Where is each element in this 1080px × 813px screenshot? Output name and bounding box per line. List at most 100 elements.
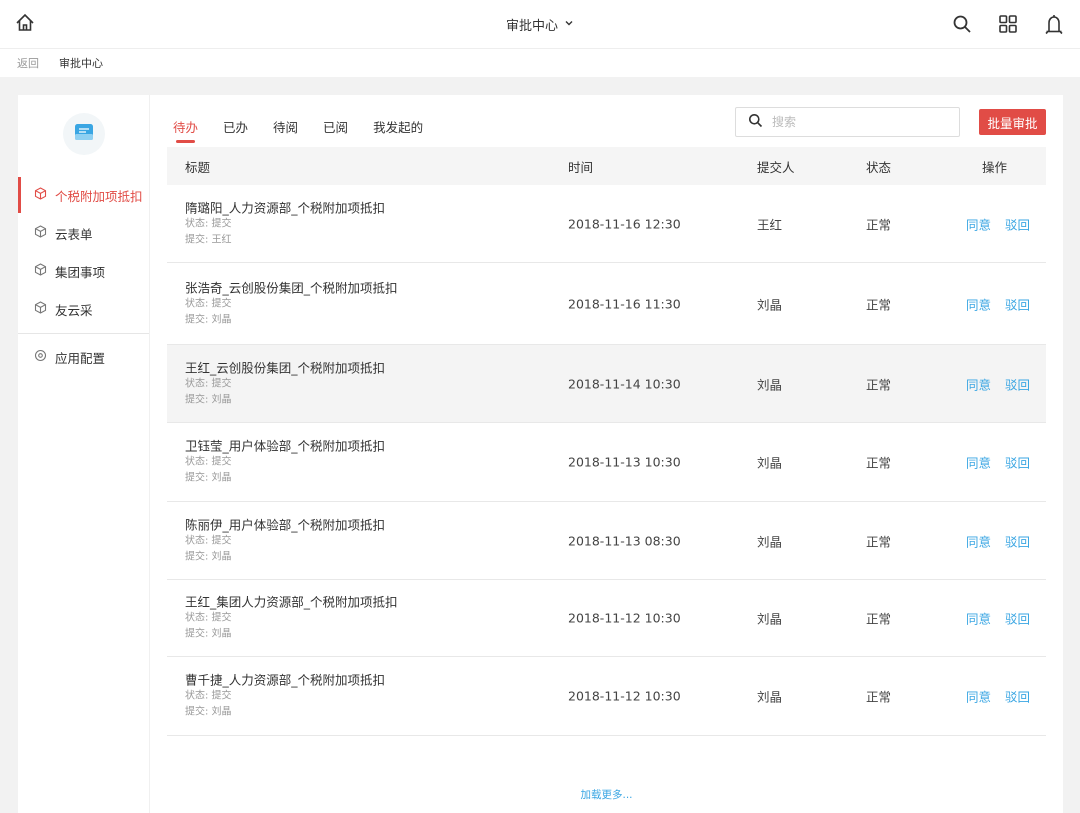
- row-submitter: 刘晶: [757, 455, 783, 471]
- batch-approve-button[interactable]: 批量审批: [979, 109, 1046, 135]
- search-icon: [748, 113, 763, 132]
- agree-link[interactable]: 同意: [966, 687, 991, 706]
- row-time: 2018-11-12 10:30: [568, 688, 681, 704]
- sidebar-item-label: 云表单: [55, 226, 93, 242]
- settings-icon: [34, 349, 47, 365]
- row-status: 正常: [866, 377, 892, 392]
- row-submitter: 刘晶: [757, 377, 783, 392]
- reject-link[interactable]: 驳回: [1005, 453, 1030, 472]
- table-row[interactable]: 曹千捷_人力资源部_个税附加项抵扣 状态: 提交 提交: 刘晶 2018-11-…: [167, 657, 1046, 736]
- agree-link[interactable]: 同意: [966, 374, 991, 393]
- reject-link[interactable]: 驳回: [1005, 609, 1030, 628]
- sidebar-item-label: 个税附加项抵扣: [55, 188, 143, 204]
- reject-link[interactable]: 驳回: [1005, 687, 1030, 706]
- row-state: 状态: 提交: [185, 378, 232, 389]
- tab-todo[interactable]: 待办: [173, 119, 198, 143]
- row-title: 隋璐阳_人力资源部_个税附加项抵扣: [185, 200, 386, 215]
- sidebar-divider: [18, 333, 149, 334]
- sidebar-item-label: 友云采: [55, 302, 93, 318]
- row-title: 张浩奇_云创股份集团_个税附加项抵扣: [185, 280, 398, 295]
- content-card: 个税附加项抵扣 云表单 集团事项 友云采 应用配置 待办 已办 待阅 已阅 我发…: [18, 95, 1063, 813]
- row-time: 2018-11-14 10:30: [568, 376, 681, 391]
- search-box: [735, 107, 960, 137]
- chevron-down-icon: [564, 17, 574, 32]
- row-title: 王红_云创股份集团_个税附加项抵扣: [185, 360, 386, 375]
- row-time: 2018-11-12 10:30: [568, 610, 681, 626]
- back-link[interactable]: 返回: [17, 55, 39, 71]
- agree-link[interactable]: 同意: [966, 453, 991, 472]
- sidebar: 个税附加项抵扣 云表单 集团事项 友云采 应用配置: [18, 95, 150, 813]
- row-status: 正常: [866, 611, 892, 627]
- reject-link[interactable]: 驳回: [1005, 214, 1030, 233]
- row-submit: 提交: 王红: [185, 234, 232, 245]
- agree-link[interactable]: 同意: [966, 531, 991, 550]
- home-icon[interactable]: [14, 12, 36, 34]
- breadcrumb: 返回 审批中心: [0, 49, 1080, 77]
- table-row[interactable]: 卫钰莹_用户体验部_个税附加项抵扣 状态: 提交 提交: 刘晶 2018-11-…: [167, 423, 1046, 502]
- row-submit: 提交: 刘晶: [185, 472, 232, 484]
- sidebar-item-cloud-form[interactable]: 云表单: [18, 215, 149, 251]
- row-time: 2018-11-13 08:30: [568, 533, 681, 548]
- row-state: 状态: 提交: [185, 690, 232, 702]
- table-row[interactable]: 陈丽伊_用户体验部_个税附加项抵扣 状态: 提交 提交: 刘晶 2018-11-…: [167, 502, 1046, 580]
- agree-link[interactable]: 同意: [966, 294, 991, 313]
- row-status: 正常: [866, 297, 892, 312]
- row-state: 状态: 提交: [185, 218, 232, 229]
- top-bar: 审批中心: [0, 0, 1080, 49]
- table-row[interactable]: 隋璐阳_人力资源部_个税附加项抵扣 状态: 提交 提交: 王红 2018-11-…: [167, 185, 1046, 263]
- tab-initiated[interactable]: 我发起的: [373, 119, 423, 143]
- row-state: 状态: 提交: [185, 612, 232, 624]
- reject-link[interactable]: 驳回: [1005, 294, 1030, 313]
- row-status: 正常: [866, 689, 892, 705]
- row-status: 正常: [866, 455, 892, 471]
- row-submitter: 刘晶: [757, 611, 783, 627]
- row-title: 王红_集团人力资源部_个税附加项抵扣: [185, 594, 398, 610]
- reject-link[interactable]: 驳回: [1005, 374, 1030, 393]
- sidebar-item-tax-deduction[interactable]: 个税附加项抵扣: [18, 177, 149, 213]
- app-title-dropdown[interactable]: 审批中心: [506, 15, 574, 34]
- table-row[interactable]: 张浩奇_云创股份集团_个税附加项抵扣 状态: 提交 提交: 刘晶 2018-11…: [167, 263, 1046, 345]
- row-title: 卫钰莹_用户体验部_个税附加项抵扣: [185, 438, 386, 454]
- row-submitter: 刘晶: [757, 534, 783, 549]
- search-icon[interactable]: [950, 12, 974, 36]
- cube-icon: [34, 263, 47, 279]
- sidebar-item-group-affairs[interactable]: 集团事项: [18, 253, 149, 289]
- app-avatar: [63, 113, 105, 155]
- header-submitter: 提交人: [757, 159, 795, 175]
- load-more-link[interactable]: 加载更多...: [167, 787, 1046, 802]
- row-title: 陈丽伊_用户体验部_个税附加项抵扣: [185, 517, 386, 532]
- header-time: 时间: [568, 159, 594, 175]
- row-time: 2018-11-16 12:30: [568, 216, 681, 231]
- row-submitter: 刘晶: [757, 297, 783, 312]
- page-title: 审批中心: [505, 18, 558, 34]
- row-time: 2018-11-13 10:30: [568, 454, 681, 470]
- tab-to-read[interactable]: 待阅: [273, 119, 298, 143]
- sidebar-item-app-config[interactable]: 应用配置: [18, 339, 149, 375]
- reject-link[interactable]: 驳回: [1005, 531, 1030, 550]
- table-row[interactable]: 王红_云创股份集团_个税附加项抵扣 状态: 提交 提交: 刘晶 2018-11-…: [167, 345, 1046, 423]
- bell-icon[interactable]: [1042, 12, 1066, 36]
- row-state: 状态: 提交: [185, 535, 232, 546]
- row-submitter: 王红: [757, 217, 783, 232]
- row-state: 状态: 提交: [185, 456, 232, 468]
- tab-read[interactable]: 已阅: [323, 119, 348, 143]
- search-input[interactable]: [770, 114, 944, 130]
- inbox-icon: [74, 123, 94, 145]
- row-submit: 提交: 刘晶: [185, 706, 232, 718]
- sidebar-item-label: 应用配置: [55, 350, 106, 366]
- table-row[interactable]: 王红_集团人力资源部_个税附加项抵扣 状态: 提交 提交: 刘晶 2018-11…: [167, 580, 1046, 657]
- agree-link[interactable]: 同意: [966, 214, 991, 233]
- apps-grid-icon[interactable]: [996, 12, 1020, 36]
- agree-link[interactable]: 同意: [966, 609, 991, 628]
- tab-done[interactable]: 已办: [223, 119, 248, 143]
- breadcrumb-current: 审批中心: [59, 57, 103, 70]
- row-status: 正常: [866, 534, 892, 549]
- row-status: 正常: [866, 217, 892, 232]
- row-title: 曹千捷_人力资源部_个税附加项抵扣: [185, 672, 386, 688]
- row-state: 状态: 提交: [185, 298, 232, 309]
- sidebar-item-youyuncai[interactable]: 友云采: [18, 291, 149, 327]
- main-panel: 待办 已办 待阅 已阅 我发起的 批量审批 标题 时间 提交人 状态 操作 隋璐…: [167, 95, 1047, 813]
- header-status: 状态: [866, 159, 892, 175]
- row-submit: 提交: 刘晶: [185, 551, 232, 562]
- header-ops: 操作: [982, 159, 1008, 175]
